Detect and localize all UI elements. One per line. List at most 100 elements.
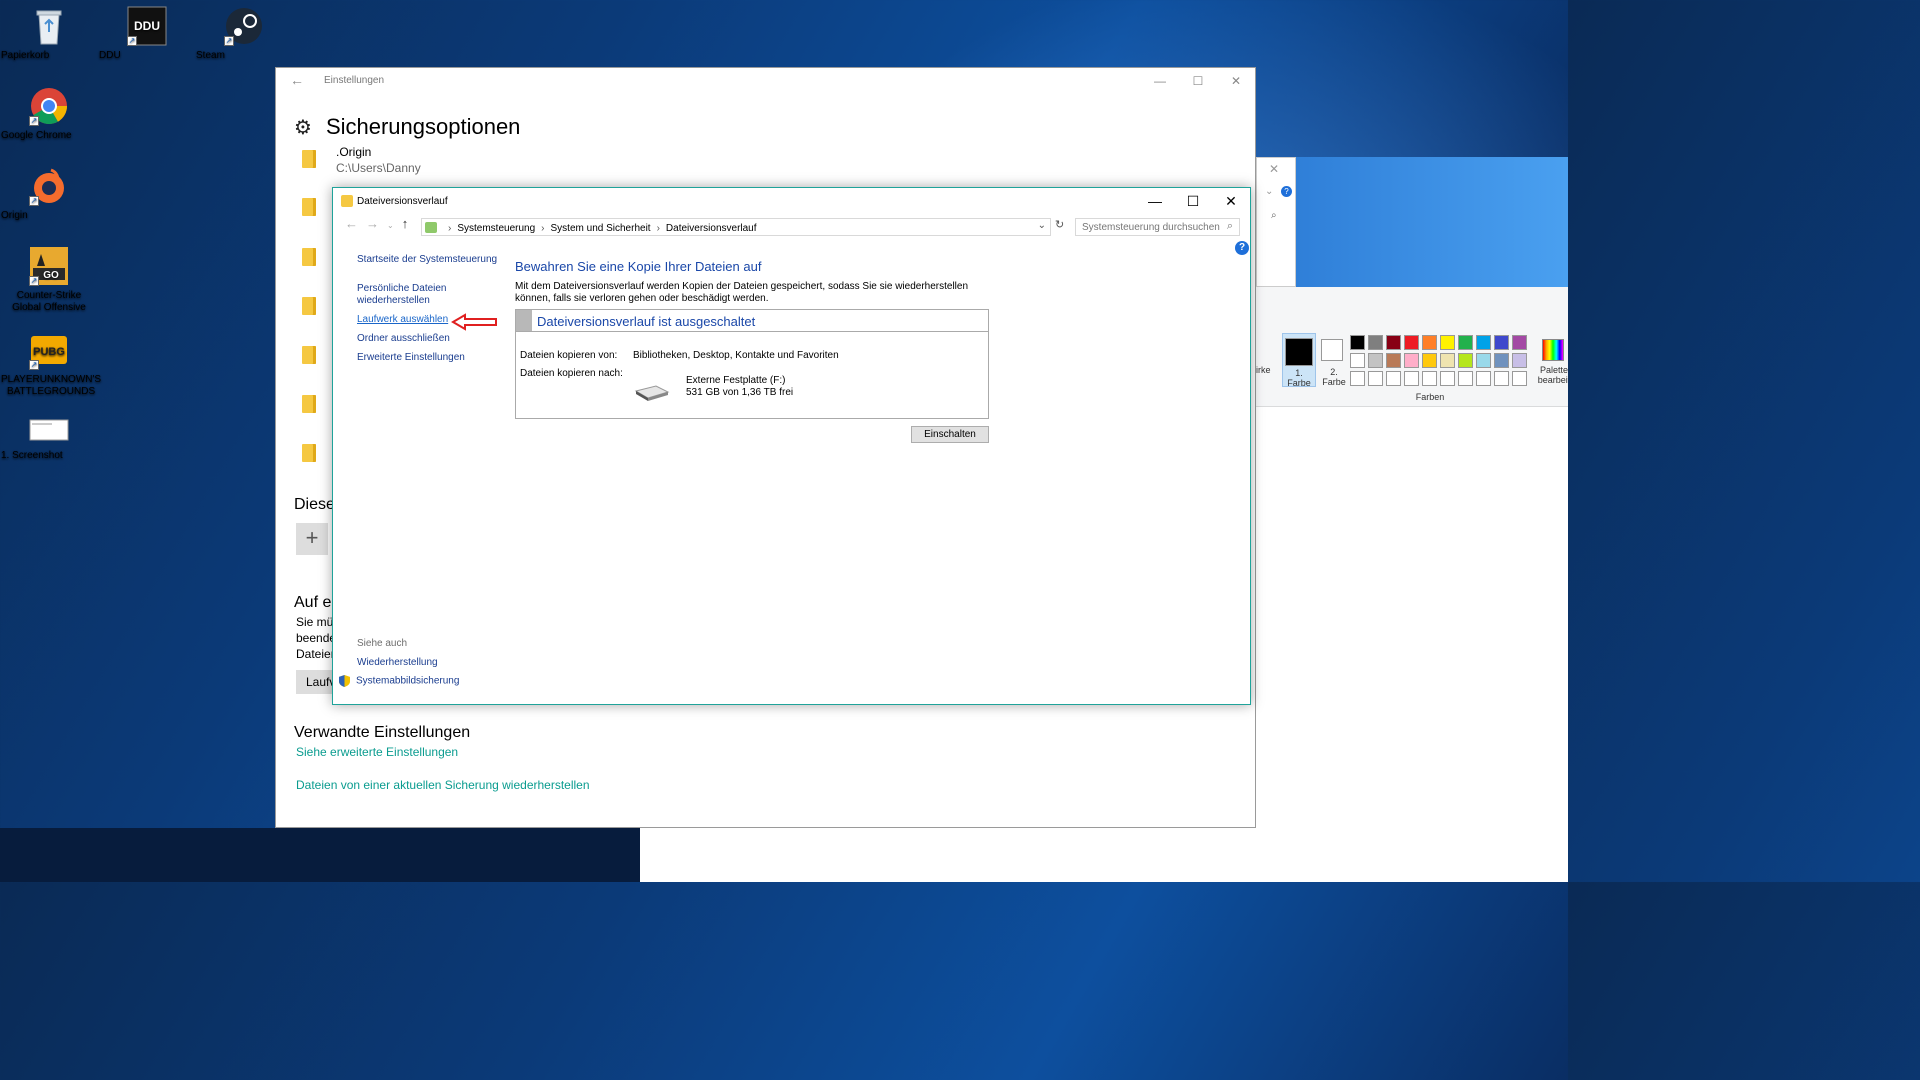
pictures-folder-icon [302, 198, 322, 216]
breadcrumb-item[interactable]: Dateiversionsverlauf [666, 223, 757, 234]
color-swatch[interactable] [1350, 335, 1365, 350]
file-history-icon [341, 195, 353, 207]
wallpaper-blue-gap [1296, 157, 1568, 287]
color-swatch[interactable] [1422, 371, 1437, 386]
desktop-icon-recycle-bin[interactable]: Papierkorb [1, 6, 97, 61]
desktop-icon-csgo[interactable]: GO ↗ Counter-Strike Global Offensive [1, 246, 97, 313]
address-bar[interactable]: › Systemsteuerung › System und Sicherheit … [421, 218, 1051, 236]
maximize-icon[interactable]: ☐ [1174, 188, 1212, 214]
color-swatch[interactable] [1422, 335, 1437, 350]
color-swatch[interactable] [1386, 371, 1401, 386]
color-swatch[interactable] [1386, 353, 1401, 368]
desktop-icon-origin[interactable]: ↗ Origin [1, 166, 97, 221]
back-arrow-icon[interactable]: ← [345, 216, 358, 231]
color-swatch[interactable] [1386, 335, 1401, 350]
color-swatch[interactable] [1440, 335, 1455, 350]
search-input[interactable]: Systemsteuerung durchsuchen ⌕ [1075, 218, 1240, 236]
color-swatch[interactable] [1350, 353, 1365, 368]
sidebar-link-restore-personal[interactable]: Persönliche Dateien wiederherstellen [357, 283, 467, 307]
desktop-icon-ddu[interactable]: DDU ↗ DDU [99, 6, 195, 61]
color-swatch[interactable] [1368, 371, 1383, 386]
color-swatch[interactable] [1494, 353, 1509, 368]
refresh-icon[interactable]: ↻ [1055, 218, 1067, 236]
help-icon[interactable]: ? [1235, 241, 1249, 255]
color1-selector[interactable]: 1. Farbe [1282, 333, 1316, 388]
drive-free-space: 531 GB von 1,36 TB frei [686, 387, 794, 398]
sidebar-link-advanced[interactable]: Erweiterte Einstellungen [357, 352, 465, 363]
color-swatch[interactable] [1476, 335, 1491, 350]
copy-to-label: Dateien kopieren nach: [520, 368, 623, 379]
color-swatch[interactable] [1458, 353, 1473, 368]
svg-text:PUBG: PUBG [33, 346, 65, 358]
desktop-icon-screenshot[interactable]: 1. Screenshot [1, 416, 97, 461]
close-icon[interactable]: ✕ [1217, 68, 1255, 94]
chevron-down-icon[interactable]: ⌄ [1265, 186, 1273, 197]
color-swatch[interactable] [1494, 335, 1509, 350]
section-text-line: Dateier [296, 647, 335, 661]
recycle-bin-icon [29, 6, 69, 46]
enable-button[interactable]: Einschalten [911, 426, 989, 443]
color-swatch[interactable] [1476, 353, 1491, 368]
recent-dropdown-icon[interactable]: ⌄ [387, 221, 394, 230]
color-swatch[interactable] [1422, 353, 1437, 368]
svg-text:GO: GO [43, 270, 59, 281]
forward-arrow-icon[interactable]: → [366, 216, 379, 231]
restore-files-link[interactable]: Dateien von einer aktuellen Sicherung wi… [296, 778, 590, 792]
close-icon[interactable]: ✕ [1212, 188, 1250, 214]
color-swatch[interactable] [1404, 353, 1419, 368]
control-panel-icon [425, 222, 437, 233]
sidebar-link-choose-drive[interactable]: Laufwerk auswählen [357, 314, 448, 325]
stop-using-drive-button[interactable]: Laufv [296, 670, 336, 694]
color2-selector[interactable]: 2. Farbe [1318, 333, 1352, 387]
main-description: Mit dem Dateiversionsverlauf werden Kopi… [515, 281, 969, 304]
color-swatch[interactable] [1440, 353, 1455, 368]
up-arrow-icon[interactable]: ↑ [402, 216, 409, 231]
shield-icon [339, 675, 350, 687]
search-icon: ⌕ [1226, 220, 1233, 232]
search-icon[interactable]: ⌕ [1271, 210, 1277, 221]
color-swatch[interactable] [1350, 371, 1365, 386]
status-text: Dateiversionsverlauf ist ausgeschaltet [537, 314, 756, 329]
color-swatch[interactable] [1512, 371, 1527, 386]
back-arrow-icon[interactable]: ← [290, 72, 304, 88]
desktop-icon-chrome[interactable]: ↗ Google Chrome [1, 86, 97, 141]
color-swatch[interactable] [1476, 371, 1491, 386]
color-swatch[interactable] [1404, 371, 1419, 386]
pubg-icon: PUBG ↗ [29, 330, 69, 370]
breadcrumb-item[interactable]: Systemsteuerung [457, 223, 535, 234]
chrome-icon: ↗ [29, 86, 69, 126]
sidebar-link-recovery[interactable]: Wiederherstellung [357, 657, 438, 668]
chevron-down-icon[interactable]: ⌄ [1038, 220, 1046, 231]
breadcrumb-item[interactable]: System und Sicherheit [551, 223, 651, 234]
color-swatch[interactable] [1368, 335, 1383, 350]
add-folder-button[interactable]: + [296, 523, 328, 555]
sidebar-link-exclude-folders[interactable]: Ordner ausschließen [357, 333, 450, 344]
close-icon[interactable]: ✕ [1269, 162, 1279, 176]
color-swatch[interactable] [1458, 371, 1473, 386]
minimize-icon[interactable]: — [1136, 188, 1174, 214]
edit-colors-icon[interactable] [1542, 339, 1564, 361]
desktop-icon-pubg[interactable]: PUBG ↗ PLAYERUNKNOWN'S BATTLEGROUNDS [1, 330, 101, 397]
paint-ribbon: irke 1. Farbe 2. Farbe Palette bearbeit … [1256, 287, 1568, 407]
color-swatch[interactable] [1494, 371, 1509, 386]
maximize-icon[interactable]: ☐ [1179, 68, 1217, 94]
sidebar-link-system-image[interactable]: Systemabbildsicherung [339, 675, 459, 687]
color-swatch[interactable] [1458, 335, 1473, 350]
color-swatch[interactable] [1512, 335, 1527, 350]
settings-titlebar: ← Einstellungen — ☐ ✕ [276, 68, 1255, 94]
minimize-icon[interactable]: — [1141, 68, 1179, 94]
gear-icon: ⚙ [294, 116, 312, 139]
help-icon[interactable]: ? [1281, 186, 1292, 197]
color-swatch[interactable] [1512, 353, 1527, 368]
folder-path: C:\Users\Danny [336, 161, 421, 175]
folder-list-item[interactable]: .Origin C:\Users\Danny [336, 144, 421, 176]
folder-icon [302, 297, 322, 315]
color-swatch[interactable] [1440, 371, 1455, 386]
svg-text:DDU: DDU [134, 19, 160, 33]
drive-name: Externe Festplatte (F:) [686, 375, 786, 386]
color-swatch[interactable] [1404, 335, 1419, 350]
desktop-icon-steam[interactable]: ↗ Steam [196, 6, 292, 61]
color-swatch[interactable] [1368, 353, 1383, 368]
sidebar-link-home[interactable]: Startseite der Systemsteuerung [357, 254, 497, 265]
advanced-settings-link[interactable]: Siehe erweiterte Einstellungen [296, 745, 458, 759]
